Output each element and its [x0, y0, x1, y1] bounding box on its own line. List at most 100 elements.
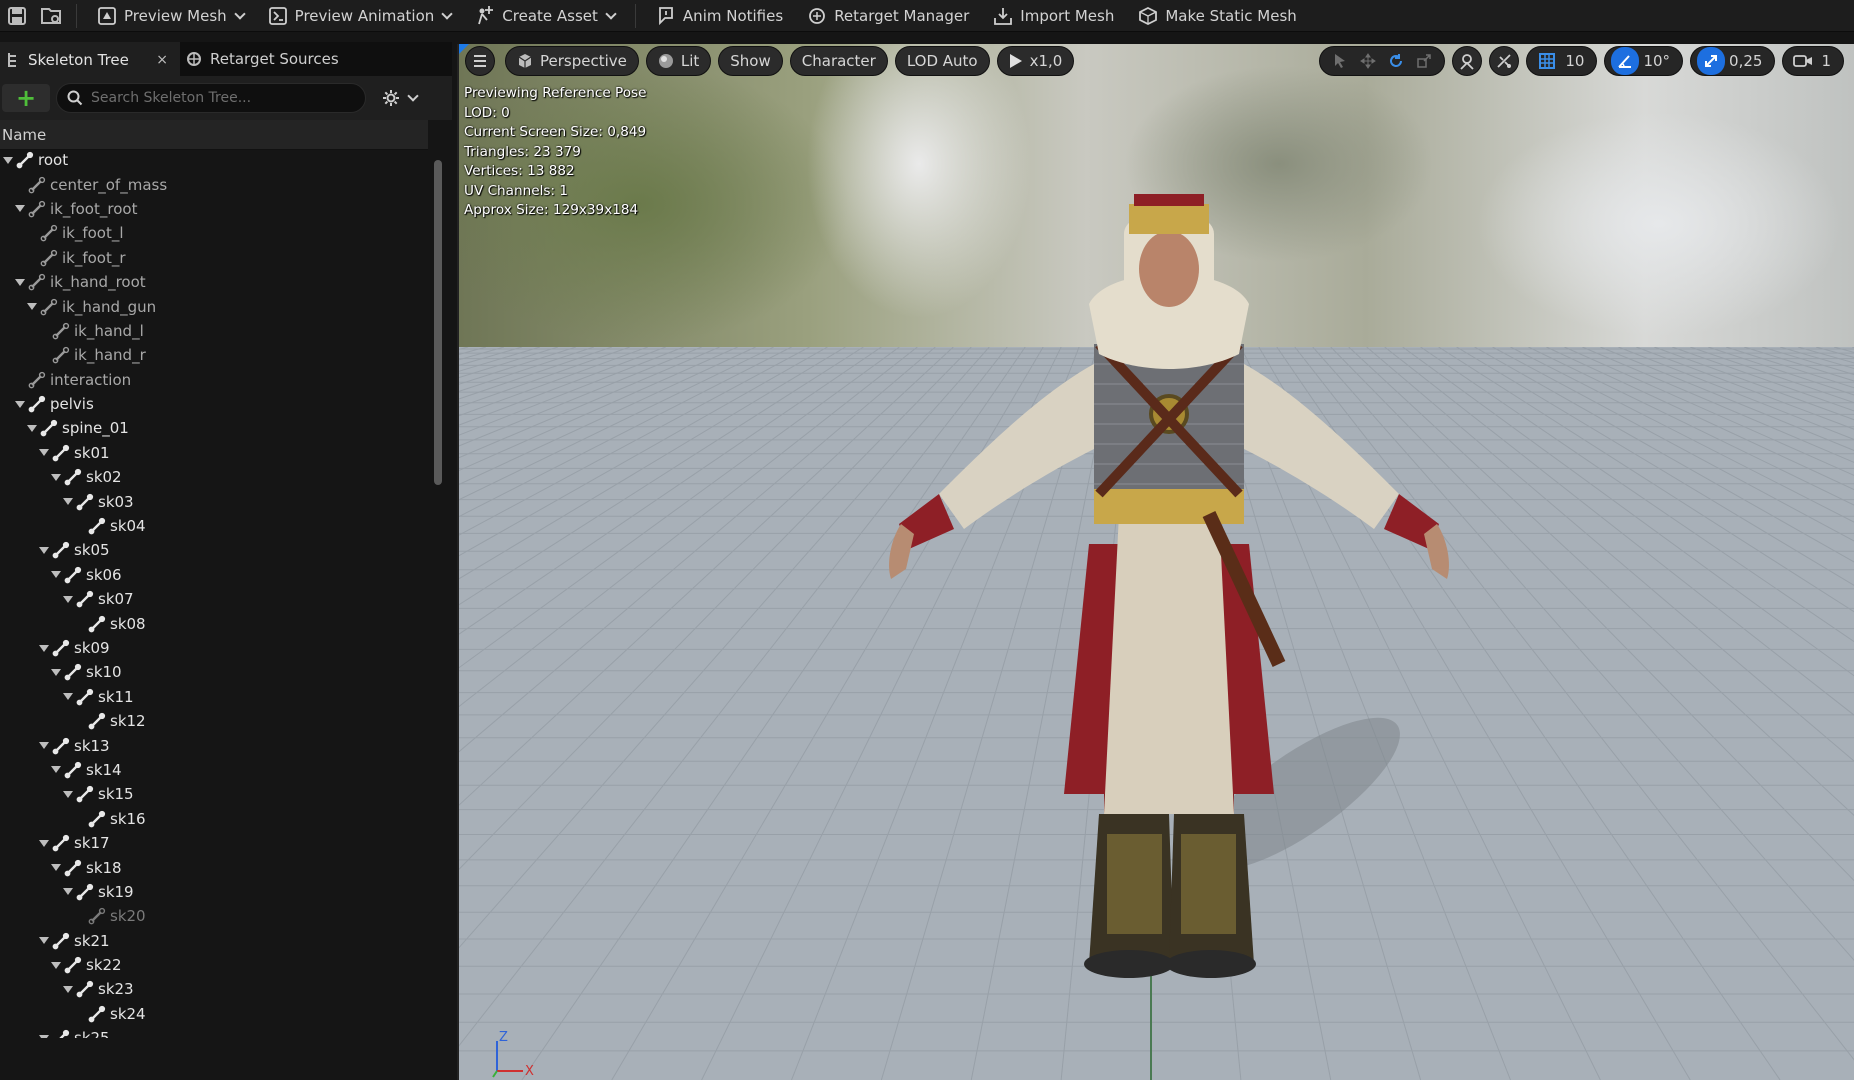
- retarget-manager-button[interactable]: Retarget Manager: [795, 0, 981, 32]
- camera-speed-value[interactable]: 1: [1817, 52, 1837, 70]
- tree-row[interactable]: sk21: [0, 929, 428, 953]
- preview-viewport[interactable]: Perspective Lit Show Character LOD Auto …: [457, 44, 1854, 1080]
- expand-arrow-icon[interactable]: [38, 740, 50, 752]
- tree-row[interactable]: spine_01: [0, 416, 428, 440]
- viewport-menu-button[interactable]: [465, 46, 495, 76]
- expand-arrow-icon[interactable]: [62, 496, 74, 508]
- tree-row[interactable]: sk16: [0, 807, 428, 831]
- tab-skeleton-tree[interactable]: Skeleton Tree ×: [0, 42, 180, 76]
- browse-asset-icon[interactable]: [34, 0, 68, 32]
- tree-row[interactable]: pelvis: [0, 392, 428, 416]
- tree-scrollbar[interactable]: [434, 160, 442, 485]
- tree-row[interactable]: sk09: [0, 636, 428, 660]
- tree-row[interactable]: sk22: [0, 953, 428, 977]
- search-input[interactable]: [91, 90, 351, 106]
- tree-row[interactable]: sk20: [0, 904, 428, 928]
- tree-row[interactable]: sk06: [0, 563, 428, 587]
- tree-row[interactable]: sk13: [0, 733, 428, 757]
- expand-arrow-icon[interactable]: [50, 569, 62, 581]
- tree-row[interactable]: ik_foot_root: [0, 197, 428, 221]
- local-space-button[interactable]: [1452, 46, 1483, 76]
- tree-row[interactable]: sk15: [0, 782, 428, 806]
- expand-arrow-icon[interactable]: [14, 203, 26, 215]
- tree-row[interactable]: interaction: [0, 368, 428, 392]
- import-mesh-button[interactable]: Import Mesh: [981, 0, 1126, 32]
- camera-icon[interactable]: [1789, 47, 1817, 75]
- tree-row[interactable]: sk04: [0, 514, 428, 538]
- tree-row[interactable]: sk23: [0, 977, 428, 1001]
- perspective-button[interactable]: Perspective: [505, 46, 639, 76]
- expand-arrow-icon[interactable]: [62, 886, 74, 898]
- playback-speed-button[interactable]: x1,0: [996, 46, 1075, 76]
- character-model[interactable]: [879, 194, 1459, 984]
- expand-arrow-icon[interactable]: [50, 959, 62, 971]
- translate-mode-icon[interactable]: [1354, 47, 1382, 75]
- name-column-header[interactable]: Name: [0, 120, 428, 150]
- camera-speed-group[interactable]: 1: [1782, 46, 1844, 76]
- rotate-mode-icon[interactable]: [1382, 47, 1410, 75]
- expand-arrow-icon[interactable]: [14, 276, 26, 288]
- grid-snap-group[interactable]: 10: [1526, 46, 1598, 76]
- tree-row[interactable]: ik_foot_r: [0, 246, 428, 270]
- make-static-mesh-button[interactable]: Make Static Mesh: [1126, 0, 1308, 32]
- tree-row[interactable]: sk12: [0, 709, 428, 733]
- scale-snap-group[interactable]: 0,25: [1690, 46, 1776, 76]
- expand-arrow-icon[interactable]: [38, 544, 50, 556]
- tree-row[interactable]: ik_hand_r: [0, 343, 428, 367]
- rotation-snap-group[interactable]: 10°: [1604, 46, 1684, 76]
- tree-row[interactable]: sk07: [0, 587, 428, 611]
- expand-arrow-icon[interactable]: [50, 471, 62, 483]
- grid-snap-icon[interactable]: [1533, 47, 1561, 75]
- expand-arrow-icon[interactable]: [38, 642, 50, 654]
- surface-snap-button[interactable]: [1489, 46, 1520, 76]
- tree-row[interactable]: sk08: [0, 611, 428, 635]
- preview-mesh-button[interactable]: Preview Mesh: [85, 0, 256, 32]
- show-button[interactable]: Show: [718, 46, 783, 76]
- select-mode-icon[interactable]: [1326, 47, 1354, 75]
- tree-row[interactable]: sk03: [0, 489, 428, 513]
- anim-notifies-button[interactable]: Anim Notifies: [644, 0, 795, 32]
- rotation-snap-icon[interactable]: [1611, 47, 1640, 75]
- tree-row[interactable]: sk14: [0, 758, 428, 782]
- rotation-snap-value[interactable]: 10°: [1639, 52, 1676, 70]
- expand-arrow-icon[interactable]: [62, 788, 74, 800]
- tree-row[interactable]: sk10: [0, 660, 428, 684]
- tree-row[interactable]: ik_hand_gun: [0, 294, 428, 318]
- tree-row[interactable]: center_of_mass: [0, 172, 428, 196]
- tree-row[interactable]: sk24: [0, 1002, 428, 1026]
- grid-snap-value[interactable]: 10: [1561, 52, 1590, 70]
- expand-arrow-icon[interactable]: [14, 398, 26, 410]
- search-box[interactable]: [56, 83, 366, 113]
- save-icon[interactable]: [0, 0, 34, 32]
- scale-mode-icon[interactable]: [1410, 47, 1438, 75]
- tab-retarget-sources[interactable]: Retarget Sources: [180, 42, 351, 76]
- create-asset-button[interactable]: Create Asset: [463, 0, 627, 32]
- expand-arrow-icon[interactable]: [38, 447, 50, 459]
- lod-button[interactable]: LOD Auto: [894, 46, 990, 76]
- expand-arrow-icon[interactable]: [62, 983, 74, 995]
- expand-arrow-icon[interactable]: [26, 422, 38, 434]
- character-button[interactable]: Character: [789, 46, 888, 76]
- tree-row[interactable]: sk02: [0, 465, 428, 489]
- expand-arrow-icon[interactable]: [26, 301, 38, 313]
- expand-arrow-icon[interactable]: [50, 862, 62, 874]
- tree-settings-button[interactable]: [382, 89, 419, 107]
- tree-row[interactable]: sk19: [0, 880, 428, 904]
- tree-row[interactable]: ik_hand_l: [0, 319, 428, 343]
- tree-row[interactable]: sk11: [0, 685, 428, 709]
- tree-row[interactable]: root: [0, 148, 428, 172]
- lit-button[interactable]: Lit: [645, 46, 712, 76]
- scale-snap-icon[interactable]: [1697, 47, 1726, 75]
- tree-row[interactable]: sk25: [0, 1026, 428, 1038]
- expand-arrow-icon[interactable]: [50, 764, 62, 776]
- expand-arrow-icon[interactable]: [62, 691, 74, 703]
- close-tab-icon[interactable]: ×: [156, 52, 168, 68]
- tree-row[interactable]: sk17: [0, 831, 428, 855]
- tree-row[interactable]: sk05: [0, 538, 428, 562]
- expand-arrow-icon[interactable]: [38, 935, 50, 947]
- tree-row[interactable]: ik_foot_l: [0, 221, 428, 245]
- expand-arrow-icon[interactable]: [50, 666, 62, 678]
- tree-row[interactable]: sk01: [0, 441, 428, 465]
- expand-arrow-icon[interactable]: [38, 837, 50, 849]
- scale-snap-value[interactable]: 0,25: [1725, 52, 1768, 70]
